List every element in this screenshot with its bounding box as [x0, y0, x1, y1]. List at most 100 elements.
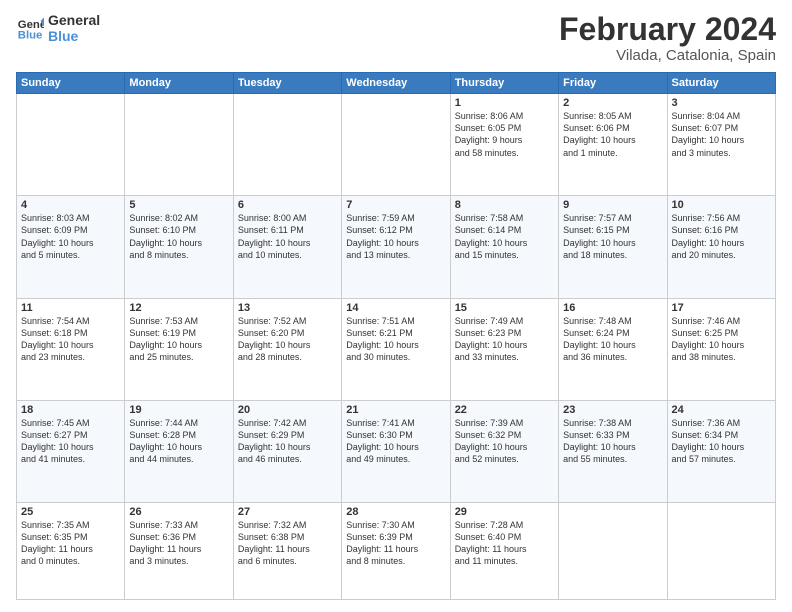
calendar-cell: 6Sunrise: 8:00 AM Sunset: 6:11 PM Daylig… — [233, 196, 341, 298]
day-number: 12 — [129, 302, 228, 314]
calendar-cell: 5Sunrise: 8:02 AM Sunset: 6:10 PM Daylig… — [125, 196, 233, 298]
calendar-cell — [342, 94, 450, 196]
day-info: Sunrise: 7:54 AM Sunset: 6:18 PM Dayligh… — [21, 315, 120, 364]
calendar-week-3: 11Sunrise: 7:54 AM Sunset: 6:18 PM Dayli… — [17, 298, 776, 400]
day-number: 2 — [563, 97, 662, 109]
day-info: Sunrise: 7:36 AM Sunset: 6:34 PM Dayligh… — [672, 417, 771, 466]
logo: General Blue General Blue — [16, 12, 100, 44]
calendar-cell: 11Sunrise: 7:54 AM Sunset: 6:18 PM Dayli… — [17, 298, 125, 400]
calendar-week-1: 1Sunrise: 8:06 AM Sunset: 6:05 PM Daylig… — [17, 94, 776, 196]
day-number: 6 — [238, 199, 337, 211]
day-info: Sunrise: 8:00 AM Sunset: 6:11 PM Dayligh… — [238, 212, 337, 261]
day-number: 28 — [346, 506, 445, 518]
logo-line1: General — [48, 12, 100, 28]
calendar-cell: 13Sunrise: 7:52 AM Sunset: 6:20 PM Dayli… — [233, 298, 341, 400]
day-number: 29 — [455, 506, 554, 518]
calendar-cell: 1Sunrise: 8:06 AM Sunset: 6:05 PM Daylig… — [450, 94, 558, 196]
weekday-header-tuesday: Tuesday — [233, 73, 341, 94]
page-subtitle: Vilada, Catalonia, Spain — [559, 47, 776, 64]
calendar-cell — [233, 94, 341, 196]
day-number: 10 — [672, 199, 771, 211]
calendar-cell: 20Sunrise: 7:42 AM Sunset: 6:29 PM Dayli… — [233, 400, 341, 502]
day-number: 24 — [672, 404, 771, 416]
calendar-cell — [17, 94, 125, 196]
day-info: Sunrise: 7:41 AM Sunset: 6:30 PM Dayligh… — [346, 417, 445, 466]
day-number: 26 — [129, 506, 228, 518]
weekday-header-monday: Monday — [125, 73, 233, 94]
day-number: 25 — [21, 506, 120, 518]
calendar-cell: 28Sunrise: 7:30 AM Sunset: 6:39 PM Dayli… — [342, 502, 450, 599]
calendar-cell: 24Sunrise: 7:36 AM Sunset: 6:34 PM Dayli… — [667, 400, 775, 502]
calendar-cell — [559, 502, 667, 599]
day-number: 18 — [21, 404, 120, 416]
calendar-cell: 26Sunrise: 7:33 AM Sunset: 6:36 PM Dayli… — [125, 502, 233, 599]
calendar-header: SundayMondayTuesdayWednesdayThursdayFrid… — [17, 73, 776, 94]
day-number: 8 — [455, 199, 554, 211]
weekday-header-thursday: Thursday — [450, 73, 558, 94]
calendar-body: 1Sunrise: 8:06 AM Sunset: 6:05 PM Daylig… — [17, 94, 776, 600]
calendar-cell: 25Sunrise: 7:35 AM Sunset: 6:35 PM Dayli… — [17, 502, 125, 599]
calendar-cell: 4Sunrise: 8:03 AM Sunset: 6:09 PM Daylig… — [17, 196, 125, 298]
calendar-cell: 2Sunrise: 8:05 AM Sunset: 6:06 PM Daylig… — [559, 94, 667, 196]
day-info: Sunrise: 7:44 AM Sunset: 6:28 PM Dayligh… — [129, 417, 228, 466]
calendar-cell: 23Sunrise: 7:38 AM Sunset: 6:33 PM Dayli… — [559, 400, 667, 502]
day-number: 17 — [672, 302, 771, 314]
day-info: Sunrise: 7:57 AM Sunset: 6:15 PM Dayligh… — [563, 212, 662, 261]
day-info: Sunrise: 8:02 AM Sunset: 6:10 PM Dayligh… — [129, 212, 228, 261]
calendar-cell: 3Sunrise: 8:04 AM Sunset: 6:07 PM Daylig… — [667, 94, 775, 196]
day-info: Sunrise: 7:53 AM Sunset: 6:19 PM Dayligh… — [129, 315, 228, 364]
day-info: Sunrise: 8:04 AM Sunset: 6:07 PM Dayligh… — [672, 110, 771, 159]
calendar-week-4: 18Sunrise: 7:45 AM Sunset: 6:27 PM Dayli… — [17, 400, 776, 502]
calendar-cell: 10Sunrise: 7:56 AM Sunset: 6:16 PM Dayli… — [667, 196, 775, 298]
calendar-cell: 9Sunrise: 7:57 AM Sunset: 6:15 PM Daylig… — [559, 196, 667, 298]
day-info: Sunrise: 7:46 AM Sunset: 6:25 PM Dayligh… — [672, 315, 771, 364]
calendar-cell: 16Sunrise: 7:48 AM Sunset: 6:24 PM Dayli… — [559, 298, 667, 400]
day-info: Sunrise: 7:39 AM Sunset: 6:32 PM Dayligh… — [455, 417, 554, 466]
day-info: Sunrise: 8:03 AM Sunset: 6:09 PM Dayligh… — [21, 212, 120, 261]
calendar-cell: 12Sunrise: 7:53 AM Sunset: 6:19 PM Dayli… — [125, 298, 233, 400]
day-number: 22 — [455, 404, 554, 416]
title-block: February 2024 Vilada, Catalonia, Spain — [559, 12, 776, 64]
calendar-table: SundayMondayTuesdayWednesdayThursdayFrid… — [16, 72, 776, 600]
calendar-week-5: 25Sunrise: 7:35 AM Sunset: 6:35 PM Dayli… — [17, 502, 776, 599]
calendar-cell — [667, 502, 775, 599]
calendar-cell: 18Sunrise: 7:45 AM Sunset: 6:27 PM Dayli… — [17, 400, 125, 502]
day-info: Sunrise: 7:58 AM Sunset: 6:14 PM Dayligh… — [455, 212, 554, 261]
calendar-cell: 15Sunrise: 7:49 AM Sunset: 6:23 PM Dayli… — [450, 298, 558, 400]
day-info: Sunrise: 7:30 AM Sunset: 6:39 PM Dayligh… — [346, 519, 445, 568]
page-title: February 2024 — [559, 12, 776, 47]
day-info: Sunrise: 7:48 AM Sunset: 6:24 PM Dayligh… — [563, 315, 662, 364]
day-info: Sunrise: 7:28 AM Sunset: 6:40 PM Dayligh… — [455, 519, 554, 568]
weekday-header-friday: Friday — [559, 73, 667, 94]
day-info: Sunrise: 7:56 AM Sunset: 6:16 PM Dayligh… — [672, 212, 771, 261]
weekday-header-saturday: Saturday — [667, 73, 775, 94]
logo-line2: Blue — [48, 28, 100, 44]
day-number: 5 — [129, 199, 228, 211]
day-number: 11 — [21, 302, 120, 314]
day-info: Sunrise: 7:59 AM Sunset: 6:12 PM Dayligh… — [346, 212, 445, 261]
day-number: 13 — [238, 302, 337, 314]
day-info: Sunrise: 7:49 AM Sunset: 6:23 PM Dayligh… — [455, 315, 554, 364]
day-info: Sunrise: 7:51 AM Sunset: 6:21 PM Dayligh… — [346, 315, 445, 364]
day-info: Sunrise: 8:06 AM Sunset: 6:05 PM Dayligh… — [455, 110, 554, 159]
calendar-cell: 22Sunrise: 7:39 AM Sunset: 6:32 PM Dayli… — [450, 400, 558, 502]
header: General Blue General Blue February 2024 … — [16, 12, 776, 64]
day-number: 15 — [455, 302, 554, 314]
day-info: Sunrise: 8:05 AM Sunset: 6:06 PM Dayligh… — [563, 110, 662, 159]
weekday-header-sunday: Sunday — [17, 73, 125, 94]
day-number: 1 — [455, 97, 554, 109]
day-info: Sunrise: 7:52 AM Sunset: 6:20 PM Dayligh… — [238, 315, 337, 364]
day-info: Sunrise: 7:32 AM Sunset: 6:38 PM Dayligh… — [238, 519, 337, 568]
generalblue-logo-icon: General Blue — [16, 14, 44, 42]
day-number: 16 — [563, 302, 662, 314]
weekday-header-wednesday: Wednesday — [342, 73, 450, 94]
day-info: Sunrise: 7:45 AM Sunset: 6:27 PM Dayligh… — [21, 417, 120, 466]
calendar-cell: 21Sunrise: 7:41 AM Sunset: 6:30 PM Dayli… — [342, 400, 450, 502]
calendar-cell: 8Sunrise: 7:58 AM Sunset: 6:14 PM Daylig… — [450, 196, 558, 298]
day-info: Sunrise: 7:42 AM Sunset: 6:29 PM Dayligh… — [238, 417, 337, 466]
calendar-cell: 19Sunrise: 7:44 AM Sunset: 6:28 PM Dayli… — [125, 400, 233, 502]
calendar-week-2: 4Sunrise: 8:03 AM Sunset: 6:09 PM Daylig… — [17, 196, 776, 298]
day-number: 3 — [672, 97, 771, 109]
svg-text:Blue: Blue — [18, 30, 43, 42]
day-info: Sunrise: 7:33 AM Sunset: 6:36 PM Dayligh… — [129, 519, 228, 568]
